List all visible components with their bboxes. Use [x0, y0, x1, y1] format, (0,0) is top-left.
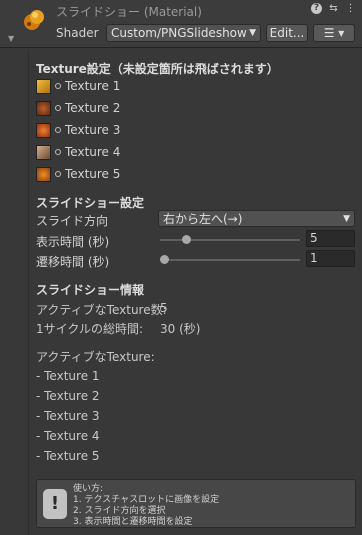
texture-slot-1[interactable]: Texture 1	[36, 77, 120, 95]
material-title: スライドショー (Material)	[56, 5, 202, 19]
texture-slot-5[interactable]: Texture 5	[36, 165, 120, 183]
edit-shader-button[interactable]: Edit...	[266, 24, 308, 42]
preset-icon[interactable]: ⇆	[328, 3, 339, 14]
help-title: 使い方:	[73, 484, 104, 494]
transition-time-slider-thumb[interactable]	[160, 255, 169, 264]
list-item: - Texture 2	[36, 389, 100, 403]
object-picker-icon[interactable]	[55, 171, 61, 177]
texture-slot-2[interactable]: Texture 2	[36, 99, 120, 117]
shader-label: Shader	[56, 26, 99, 40]
direction-dropdown[interactable]: 右から左へ(→) ▼	[158, 210, 355, 227]
texture-label: Texture 2	[65, 101, 121, 115]
display-time-field[interactable]: 5	[306, 230, 355, 247]
texture-slot-4[interactable]: Texture 4	[36, 143, 120, 161]
object-picker-icon[interactable]	[55, 149, 61, 155]
texture-label: Texture 1	[65, 79, 121, 93]
info-icon: !	[43, 489, 67, 519]
slideshow-settings-title: スライドショー設定	[36, 196, 145, 210]
texture-label: Texture 5	[65, 167, 121, 181]
list-icon: ☰ ▾	[323, 26, 345, 40]
display-time-label: 表示時間 (秒)	[36, 235, 110, 249]
shader-value: Custom/PNGSlideshow	[111, 26, 247, 40]
slideshow-info-title: スライドショー情報	[36, 283, 145, 297]
list-item: - Texture 3	[36, 409, 100, 423]
cycle-time-value: 30 (秒)	[160, 322, 201, 336]
direction-label: スライド方向	[36, 214, 109, 228]
active-count-label: アクティブなTexture数:	[36, 303, 167, 317]
list-item: - Texture 5	[36, 449, 100, 463]
display-time-slider-track[interactable]	[160, 239, 300, 241]
help-line: 3. 表示時間と遷移時間を設定	[73, 517, 193, 527]
texture-label: Texture 3	[65, 123, 121, 137]
material-icon	[24, 10, 44, 30]
cycle-time-label: 1サイクルの総時間:	[36, 322, 144, 336]
transition-time-field[interactable]: 1	[306, 250, 355, 267]
texture-thumbnail[interactable]	[36, 166, 51, 182]
transition-time-slider-track[interactable]	[160, 259, 300, 261]
kebab-menu-icon[interactable]: ⋮	[345, 3, 356, 14]
active-list-label: アクティブなTexture:	[36, 350, 155, 364]
header-icons: ? ⇆ ⋮	[311, 3, 356, 14]
foldout-arrow-icon[interactable]: ▼	[8, 34, 14, 43]
object-picker-icon[interactable]	[55, 127, 61, 133]
help-icon[interactable]: ?	[311, 3, 322, 14]
indent-guide	[28, 50, 29, 535]
help-line: 2. スライド方向を選択	[73, 506, 166, 516]
texture-thumbnail[interactable]	[36, 122, 51, 138]
shader-menu-button[interactable]: ☰ ▾	[313, 24, 355, 42]
object-picker-icon[interactable]	[55, 83, 61, 89]
texture-thumbnail[interactable]	[36, 144, 51, 160]
texture-label: Texture 4	[65, 145, 121, 159]
texture-slot-3[interactable]: Texture 3	[36, 121, 120, 139]
texture-section-title: Texture設定（未設定箇所は飛ばされます）	[36, 62, 279, 76]
help-line: 1. テクスチャスロットに画像を設定	[73, 495, 220, 505]
shader-dropdown[interactable]: Custom/PNGSlideshow ▼	[106, 24, 261, 42]
help-box: ! 使い方: 1. テクスチャスロットに画像を設定 2. スライド方向を選択 3…	[36, 479, 356, 528]
list-item: - Texture 4	[36, 429, 100, 443]
object-picker-icon[interactable]	[55, 105, 61, 111]
active-count-value: 5	[160, 301, 168, 315]
chevron-down-icon: ▼	[343, 214, 350, 224]
list-item: - Texture 1	[36, 369, 100, 383]
direction-value: 右から左へ(→)	[163, 212, 243, 226]
texture-thumbnail[interactable]	[36, 78, 51, 94]
display-time-slider-thumb[interactable]	[182, 235, 192, 244]
texture-thumbnail[interactable]	[36, 100, 51, 116]
transition-time-label: 遷移時間 (秒)	[36, 255, 110, 269]
chevron-down-icon: ▼	[249, 28, 256, 38]
material-header: ▼ スライドショー (Material) ? ⇆ ⋮ Shader Custom…	[0, 0, 362, 48]
